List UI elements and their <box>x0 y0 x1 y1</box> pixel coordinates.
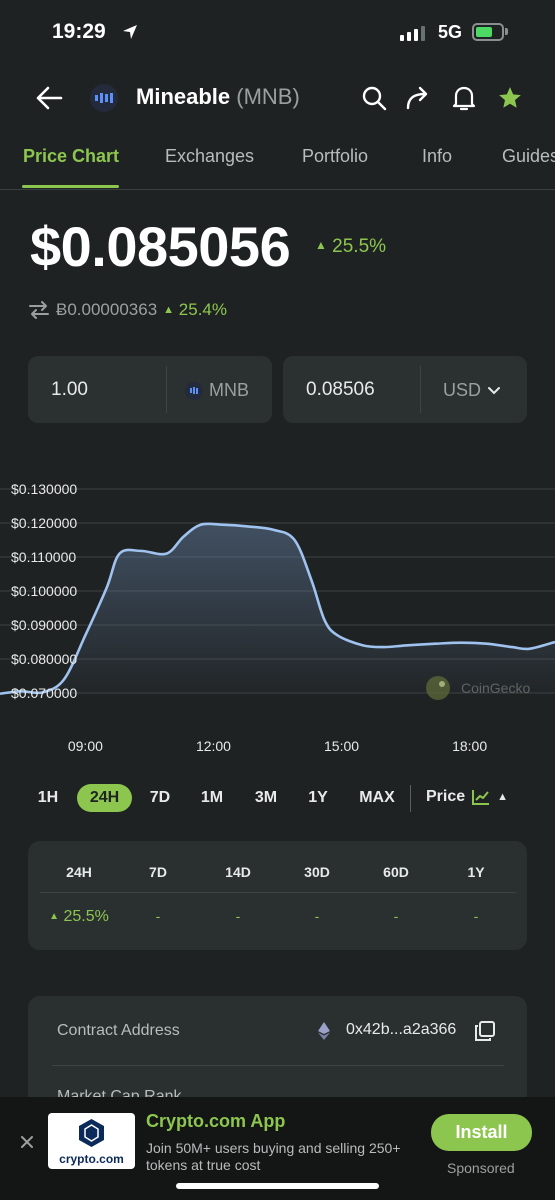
perf-header: 7D <box>149 864 167 880</box>
fiat-amount-input[interactable]: 0.08506 <box>306 379 375 401</box>
price-change: ▲ 25.5% <box>315 236 386 258</box>
perf-header: 24H <box>66 864 92 880</box>
perf-header: 14D <box>225 864 251 880</box>
perf-value: - <box>314 908 320 924</box>
location-arrow-icon <box>123 25 137 39</box>
coin-logo <box>90 84 118 112</box>
coin-name: Mineable <box>136 84 231 109</box>
ethereum-icon <box>318 1022 330 1040</box>
copy-icon[interactable] <box>474 1020 496 1042</box>
tab-info[interactable]: Info <box>422 146 452 167</box>
coin-unit: MNB <box>185 380 249 401</box>
x-tick-label: 12:00 <box>196 738 231 754</box>
back-arrow-icon[interactable] <box>34 84 64 112</box>
share-icon[interactable] <box>405 85 433 111</box>
signal-icon <box>400 26 425 41</box>
perf-value: ▲ 25.5% <box>39 908 119 926</box>
y-tick-label: $0.070000 <box>11 685 77 701</box>
range-1m[interactable]: 1M <box>193 784 231 812</box>
currency-label: USD <box>443 380 482 400</box>
status-time: 19:29 <box>52 20 106 43</box>
swap-icon[interactable] <box>28 300 50 320</box>
crypto-com-logo: crypto.com <box>48 1113 135 1169</box>
price-change-value: 25.5% <box>332 236 387 257</box>
range-3m[interactable]: 3M <box>247 784 285 812</box>
coin-symbol: (MNB) <box>236 84 300 109</box>
coin-title: Mineable (MNB) <box>136 84 300 110</box>
fiat-amount-field[interactable]: 0.08506 USD <box>283 356 527 423</box>
tab-active-indicator <box>22 185 119 188</box>
x-tick-label: 15:00 <box>324 738 359 754</box>
y-tick-label: $0.080000 <box>11 651 77 667</box>
ad-description: Join 50M+ users buying and selling 250+ … <box>146 1140 401 1173</box>
coingecko-watermark: CoinGecko <box>426 676 530 700</box>
install-button[interactable]: Install <box>431 1114 532 1151</box>
btc-price: Ƀ0.00000363 <box>56 300 158 319</box>
perf-header: 60D <box>383 864 409 880</box>
up-triangle-icon: ▲ <box>49 911 60 922</box>
y-tick-label: $0.120000 <box>11 515 77 531</box>
up-triangle-icon: ▲ <box>163 304 175 316</box>
btc-change-value: 25.4% <box>178 300 227 319</box>
line-chart-icon <box>472 790 490 805</box>
contract-address[interactable]: 0x42b...a2a366 <box>346 1021 456 1039</box>
x-tick-label: 09:00 <box>68 738 103 754</box>
coin-amount-field[interactable]: 1.00 MNB <box>28 356 272 423</box>
perf-value: - <box>473 908 479 924</box>
network-type: 5G <box>438 22 463 42</box>
performance-table: 24H 7D 14D 30D 60D 1Y ▲ 25.5% - - - - - <box>28 841 527 950</box>
price-chart[interactable]: $0.130000 $0.120000 $0.110000 $0.100000 $0.0… <box>0 470 555 770</box>
coin-amount-input[interactable]: 1.00 <box>51 379 88 401</box>
tab-exchanges[interactable]: Exchanges <box>165 146 254 167</box>
chevron-down-icon <box>488 386 501 394</box>
ad-title[interactable]: Crypto.com App <box>146 1111 285 1132</box>
y-tick-label: $0.090000 <box>11 617 77 633</box>
search-icon[interactable] <box>361 85 387 111</box>
range-1y[interactable]: 1Y <box>300 784 336 812</box>
battery-icon <box>472 23 504 41</box>
tab-price-chart[interactable]: Price Chart <box>23 146 119 167</box>
current-price: $0.085056 <box>30 215 291 278</box>
star-icon[interactable] <box>497 85 523 111</box>
divider <box>0 189 555 190</box>
price-toggle[interactable]: Price ▲ <box>426 788 508 806</box>
contract-label: Contract Address <box>57 1022 180 1039</box>
currency-select[interactable]: USD <box>443 380 501 401</box>
price-toggle-label: Price <box>426 788 466 805</box>
ad-logo-text: crypto.com <box>59 1152 124 1166</box>
coin-unit-label: MNB <box>209 380 249 400</box>
range-7d[interactable]: 7D <box>142 784 178 812</box>
bell-icon[interactable] <box>452 84 476 112</box>
y-tick-label: $0.100000 <box>11 583 77 599</box>
range-24h[interactable]: 24H <box>77 784 132 812</box>
watermark-text: CoinGecko <box>461 680 530 696</box>
perf-value: - <box>155 908 161 924</box>
range-max[interactable]: MAX <box>352 784 402 812</box>
up-triangle-icon: ▲ <box>315 238 327 252</box>
tab-guides[interactable]: Guides <box>502 146 555 167</box>
coin-small-logo <box>185 381 203 400</box>
sponsored-label: Sponsored <box>447 1160 515 1176</box>
perf-header: 30D <box>304 864 330 880</box>
tab-portfolio[interactable]: Portfolio <box>302 146 368 167</box>
perf-value-text: 25.5% <box>63 908 109 925</box>
x-tick-label: 18:00 <box>452 738 487 754</box>
perf-header: 1Y <box>467 864 485 880</box>
btc-price-row: Ƀ0.00000363 ▲ 25.4% <box>28 300 227 320</box>
tab-bar: Price Chart Exchanges Portfolio Info Gui… <box>0 146 555 190</box>
perf-value: - <box>235 908 241 924</box>
btc-change: ▲ 25.4% <box>163 300 227 320</box>
y-tick-label: $0.130000 <box>11 481 77 497</box>
price-area <box>0 523 555 694</box>
close-icon[interactable] <box>20 1135 34 1149</box>
shield-logo-icon <box>79 1119 104 1147</box>
perf-value: - <box>393 908 399 924</box>
y-tick-label: $0.110000 <box>11 549 76 565</box>
caret-up-icon: ▲ <box>497 791 509 803</box>
range-1h[interactable]: 1H <box>30 784 66 812</box>
home-indicator[interactable] <box>176 1183 379 1189</box>
